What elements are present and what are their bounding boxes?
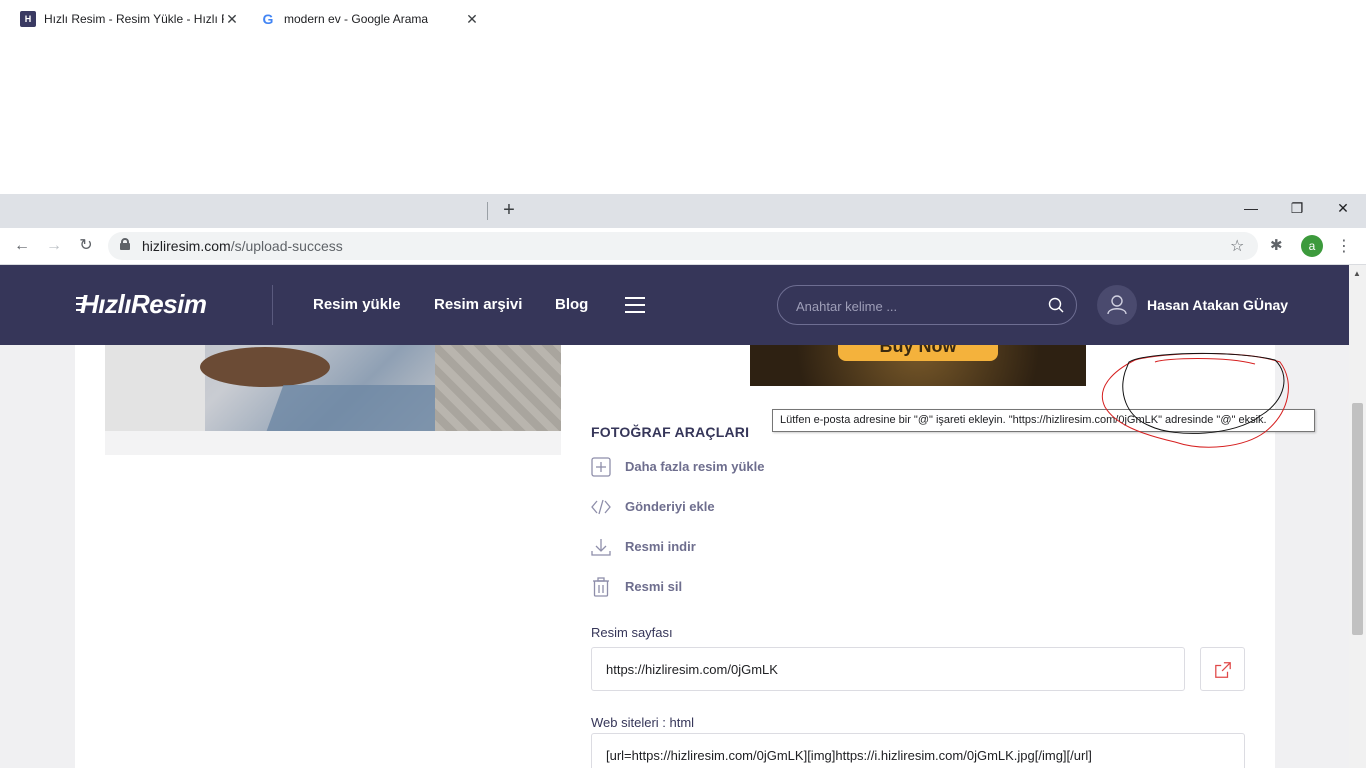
tab-separator bbox=[487, 202, 488, 220]
external-link-icon bbox=[1215, 662, 1231, 678]
lock-icon[interactable] bbox=[120, 238, 130, 250]
page-link-value: https://hizliresim.com/0jGmLK bbox=[606, 662, 778, 677]
plus-square-icon bbox=[591, 457, 611, 477]
tool-label: Gönderiyi ekle bbox=[625, 499, 715, 514]
url-host: hizliresim.com bbox=[142, 238, 231, 254]
advertisement-banner[interactable]: Buy Now bbox=[750, 345, 1086, 386]
page-viewport: Buy Now HızlıResim Resim yükle Resim arş… bbox=[0, 265, 1366, 768]
tab-close-icon[interactable]: ✕ bbox=[224, 11, 240, 28]
tab-title: modern ev - Google Arama bbox=[284, 12, 429, 26]
tool-label: Resmi indir bbox=[625, 539, 696, 554]
extensions-puzzle-icon[interactable]: ✱ bbox=[1270, 236, 1283, 254]
tools-title: FOTOĞRAF ARAÇLARI bbox=[591, 424, 750, 440]
site-header: HızlıResim Resim yükle Resim arşivi Blog… bbox=[0, 265, 1349, 345]
download-icon bbox=[591, 539, 611, 556]
page-scrollbar[interactable]: ▲ bbox=[1349, 265, 1366, 768]
annotation-scribble bbox=[1101, 352, 1289, 448]
code-icon bbox=[591, 499, 611, 515]
profile-avatar[interactable]: a bbox=[1301, 235, 1323, 257]
nav-blog[interactable]: Blog bbox=[555, 296, 588, 313]
close-window-button[interactable]: ✕ bbox=[1320, 194, 1366, 224]
photo-floor bbox=[435, 345, 561, 431]
restore-button[interactable]: ❐ bbox=[1274, 194, 1320, 224]
nav-archive[interactable]: Resim arşivi bbox=[434, 296, 522, 313]
google-favicon-icon: G bbox=[262, 11, 274, 27]
url-path: /s/upload-success bbox=[230, 238, 343, 254]
tab-strip bbox=[0, 194, 1366, 228]
site-search bbox=[777, 285, 1077, 325]
header-divider bbox=[272, 285, 273, 325]
tab-google[interactable]: G modern ev - Google Arama ✕ bbox=[248, 4, 488, 34]
address-url[interactable]: hizliresim.com/s/upload-success bbox=[142, 238, 343, 254]
scroll-up-arrow-icon[interactable]: ▲ bbox=[1353, 269, 1361, 278]
photo-sofa bbox=[105, 345, 205, 431]
search-input[interactable] bbox=[796, 296, 1036, 316]
browser-menu-icon[interactable]: ⋮ bbox=[1336, 236, 1352, 256]
trash-icon bbox=[593, 577, 609, 597]
site-logo[interactable]: HızlıResim bbox=[80, 289, 207, 320]
uploaded-photo[interactable] bbox=[105, 345, 561, 431]
tool-label: Resmi sil bbox=[625, 579, 683, 594]
forward-button[interactable]: → bbox=[42, 234, 66, 258]
user-name[interactable]: Hasan Atakan GÜnay bbox=[1147, 297, 1288, 313]
minimize-button[interactable]: — bbox=[1228, 194, 1274, 224]
html-embed-value: [url=https://hizliresim.com/0jGmLK][img]… bbox=[606, 748, 1092, 763]
tool-label: Daha fazla resim yükle bbox=[625, 459, 765, 474]
user-avatar[interactable] bbox=[1097, 285, 1137, 325]
tab-close-icon[interactable]: ✕ bbox=[464, 11, 480, 28]
open-link-button[interactable] bbox=[1200, 647, 1245, 691]
tab-hizliresim[interactable]: H Hızlı Resim - Resim Yükle - Hızlı Resi… bbox=[8, 4, 248, 34]
html-embed-label: Web siteleri : html bbox=[591, 715, 695, 730]
photo-footer bbox=[105, 431, 561, 455]
scrollbar-thumb[interactable] bbox=[1352, 403, 1363, 635]
page-link-label: Resim sayfası bbox=[591, 625, 673, 640]
back-button[interactable]: ← bbox=[10, 234, 34, 258]
search-icon[interactable] bbox=[1048, 297, 1064, 313]
photo-table bbox=[200, 347, 330, 387]
user-icon bbox=[1107, 295, 1127, 315]
bookmark-star-icon[interactable]: ☆ bbox=[1230, 236, 1244, 256]
page-link-field[interactable]: https://hizliresim.com/0jGmLK bbox=[591, 647, 1185, 691]
tab-title: Hızlı Resim - Resim Yükle - Hızlı Resim bbox=[44, 12, 224, 26]
hamburger-menu-icon[interactable] bbox=[625, 297, 645, 313]
reload-button[interactable]: ↻ bbox=[74, 234, 98, 258]
hizliresim-favicon-icon: H bbox=[20, 11, 36, 27]
ad-buy-now-button[interactable]: Buy Now bbox=[838, 345, 998, 361]
new-tab-button[interactable]: + bbox=[498, 199, 520, 221]
html-embed-field[interactable]: [url=https://hizliresim.com/0jGmLK][img]… bbox=[591, 733, 1245, 768]
nav-upload[interactable]: Resim yükle bbox=[313, 296, 401, 313]
